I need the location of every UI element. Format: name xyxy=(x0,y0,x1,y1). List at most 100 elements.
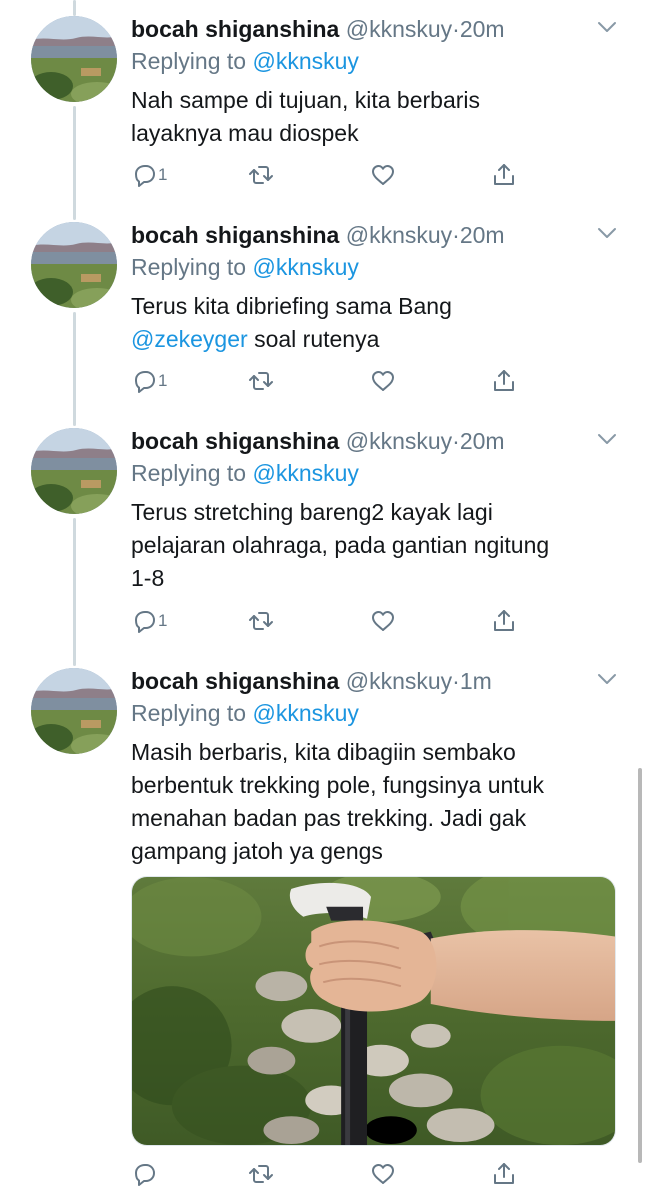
action-bar: 1 xyxy=(131,366,531,396)
reply-count: 1 xyxy=(158,371,168,390)
tweet-text-line: pelajaran olahraga, pada gantian ngitung xyxy=(131,532,550,558)
retweet-icon xyxy=(249,1165,273,1183)
replying-to: Replying to @kknskuy xyxy=(131,696,359,730)
author-name[interactable]: bocah shiganshina xyxy=(131,428,339,454)
tweet-text-line: gampang jatoh ya gengs xyxy=(131,838,383,864)
replying-to-label: Replying to xyxy=(131,700,253,726)
share-icon xyxy=(494,164,514,185)
like-button[interactable] xyxy=(370,1159,396,1189)
reply-button[interactable] xyxy=(131,1159,157,1189)
tweet-text-line: Terus kita dibriefing sama Bang xyxy=(131,293,452,319)
reply-button[interactable]: 1 xyxy=(131,160,167,190)
replying-to-label: Replying to xyxy=(131,254,253,280)
mention-link[interactable]: @zekeyger xyxy=(131,326,248,352)
tweet-text-line: @zekeyger soal rutenya xyxy=(131,323,611,356)
tweet-text-line: Terus stretching bareng2 kayak lagi xyxy=(131,499,493,525)
tweet-text-line: layaknya mau diospek xyxy=(131,120,359,146)
reply-icon xyxy=(135,371,155,393)
tweet-header: bocah shiganshina @kknskuy·20m xyxy=(131,14,505,44)
separator-dot: · xyxy=(452,16,460,42)
replying-to: Replying to @kknskuy xyxy=(131,250,359,284)
like-button[interactable] xyxy=(370,606,396,636)
reply-icon xyxy=(135,165,155,187)
tweet-text: Nah sampe di tujuan, kita berbaris layak… xyxy=(131,84,611,150)
author-handle[interactable]: @kknskuy xyxy=(346,222,452,248)
replying-to-handle[interactable]: @kknskuy xyxy=(252,254,358,280)
replying-to-handle[interactable]: @kknskuy xyxy=(252,460,358,486)
avatar[interactable] xyxy=(31,16,117,102)
share-button[interactable] xyxy=(491,160,517,190)
replying-to-handle[interactable]: @kknskuy xyxy=(252,48,358,74)
heart-icon xyxy=(372,371,394,391)
tweet-text: Terus stretching bareng2 kayak lagi pela… xyxy=(131,496,611,595)
tweet-text-line: Nah sampe di tujuan, kita berbaris xyxy=(131,87,481,113)
avatar[interactable] xyxy=(31,428,117,514)
tweet-photo[interactable] xyxy=(131,876,616,1146)
share-icon xyxy=(494,1163,514,1184)
author-name[interactable]: bocah shiganshina xyxy=(131,668,339,694)
tweet-text-line: Masih berbaris, kita dibagiin sembako xyxy=(131,739,516,765)
chevron-down-icon[interactable] xyxy=(596,672,618,686)
tweet-text-fragment: soal rutenya xyxy=(247,326,380,352)
retweet-icon xyxy=(249,166,273,184)
tweet-text: Masih berbaris, kita dibagiin sembako be… xyxy=(131,736,611,868)
like-button[interactable] xyxy=(370,366,396,396)
timestamp[interactable]: 20m xyxy=(460,428,505,454)
heart-icon xyxy=(372,165,394,185)
timestamp[interactable]: 1m xyxy=(460,668,492,694)
author-handle[interactable]: @kknskuy xyxy=(346,428,452,454)
chevron-down-icon[interactable] xyxy=(596,226,618,240)
replying-to: Replying to @kknskuy xyxy=(131,456,359,490)
retweet-button[interactable] xyxy=(248,1159,274,1189)
retweet-button[interactable] xyxy=(248,606,274,636)
retweet-button[interactable] xyxy=(248,366,274,396)
replying-to-handle[interactable]: @kknskuy xyxy=(252,700,358,726)
author-name[interactable]: bocah shiganshina xyxy=(131,16,339,42)
scrollbar[interactable] xyxy=(638,768,642,1163)
like-button[interactable] xyxy=(370,160,396,190)
reply-count: 1 xyxy=(158,165,168,184)
reply-button[interactable]: 1 xyxy=(131,366,167,396)
heart-icon xyxy=(372,1164,394,1184)
timestamp[interactable]: 20m xyxy=(460,16,505,42)
retweet-icon xyxy=(249,612,273,630)
author-name[interactable]: bocah shiganshina xyxy=(131,222,339,248)
tweet-header: bocah shiganshina @kknskuy·20m xyxy=(131,220,505,250)
action-bar: 1 xyxy=(131,606,531,636)
reply-icon xyxy=(135,1164,155,1186)
action-bar xyxy=(131,1159,531,1189)
tweet-header: bocah shiganshina @kknskuy·20m xyxy=(131,426,505,456)
tweet-text-line: menahan badan pas trekking. Jadi gak xyxy=(131,805,527,831)
reply-count: 1 xyxy=(158,611,168,630)
tweet-header: bocah shiganshina @kknskuy·1m xyxy=(131,666,492,696)
reply-icon xyxy=(135,611,155,633)
author-handle[interactable]: @kknskuy xyxy=(346,16,452,42)
separator-dot: · xyxy=(452,668,460,694)
timestamp[interactable]: 20m xyxy=(460,222,505,248)
replying-to-label: Replying to xyxy=(131,460,253,486)
retweet-button[interactable] xyxy=(248,160,274,190)
share-button[interactable] xyxy=(491,1159,517,1189)
avatar[interactable] xyxy=(31,668,117,754)
tweet[interactable]: bocah shiganshina @kknskuy·20m Replying … xyxy=(0,426,648,651)
heart-icon xyxy=(372,611,394,631)
replying-to: Replying to @kknskuy xyxy=(131,44,359,78)
chevron-down-icon[interactable] xyxy=(596,432,618,446)
tweet-text-line: 1-8 xyxy=(131,565,165,591)
share-icon xyxy=(494,370,514,391)
reply-button[interactable]: 1 xyxy=(131,606,167,636)
replying-to-label: Replying to xyxy=(131,48,253,74)
share-button[interactable] xyxy=(491,606,517,636)
chevron-down-icon[interactable] xyxy=(596,20,618,34)
tweet-text: Terus kita dibriefing sama Bang @zekeyge… xyxy=(131,290,611,356)
separator-dot: · xyxy=(452,222,460,248)
action-bar: 1 xyxy=(131,160,531,190)
tweet[interactable]: bocah shiganshina @kknskuy·20m Replying … xyxy=(0,14,648,204)
retweet-icon xyxy=(249,372,273,390)
share-button[interactable] xyxy=(491,366,517,396)
tweet[interactable]: bocah shiganshina @kknskuy·20m Replying … xyxy=(0,220,648,410)
author-handle[interactable]: @kknskuy xyxy=(346,668,452,694)
separator-dot: · xyxy=(452,428,460,454)
avatar[interactable] xyxy=(31,222,117,308)
share-icon xyxy=(494,610,514,631)
